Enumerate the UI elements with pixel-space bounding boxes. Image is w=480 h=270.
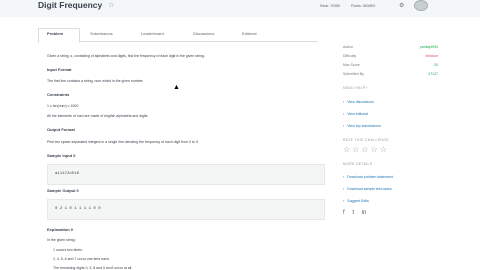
tab-leaderboard[interactable]: Leaderboard	[141, 31, 164, 36]
sample-input-code: a11472o5t6	[55, 172, 80, 176]
social-share: f t in	[343, 210, 372, 216]
suggest-edits-label: Suggest Edits	[347, 199, 369, 203]
sample-output-heading: Sample Output 0	[47, 188, 79, 193]
difficulty-label: Difficulty	[343, 54, 357, 58]
tab-discussions[interactable]: Discussions	[193, 31, 214, 36]
submitted-row: Submitted By 47127	[343, 72, 438, 76]
view-discussions-label: View discussions	[347, 100, 374, 104]
twitter-icon[interactable]: t	[352, 210, 354, 216]
rank-text: Rank: 79385	[320, 4, 340, 8]
view-discussions-link[interactable]: ▪ View discussions	[343, 100, 374, 104]
sample-input-block: a11472o5t6	[47, 164, 325, 185]
linkedin-icon[interactable]: in	[362, 210, 367, 216]
tab-submissions[interactable]: Submissions	[90, 31, 113, 36]
author-label: Author	[343, 45, 354, 49]
suggest-edits-link[interactable]: ▪ Suggest Edits	[343, 199, 369, 203]
tab-problem[interactable]: Problem	[47, 31, 63, 36]
author-value[interactable]: pankaj4994	[420, 45, 438, 49]
explanation-line-4: The remaining digits 0, 3, 8 and 9 don't…	[53, 266, 133, 270]
chart-icon: ▪	[343, 124, 345, 128]
chat-icon: ▪	[343, 100, 345, 104]
view-editorial-label: View editorial	[347, 112, 369, 116]
download-icon: ▪	[343, 187, 345, 191]
download-statement-link[interactable]: ▪ Download problem statement	[343, 175, 393, 179]
tab-editorial[interactable]: Editorial	[242, 31, 256, 36]
constraint-2: All the elements of num are made of engl…	[47, 114, 149, 118]
view-top-submissions-label: View top submissions	[347, 124, 381, 128]
edit-icon: ▪	[343, 199, 345, 203]
explanation-line-1: In the given string:	[47, 238, 76, 242]
constraint-1: 1 ≤ len(num) ≤ 1000	[47, 104, 79, 108]
more-details-heading: MORE DETAILS	[343, 162, 373, 166]
download-test-cases-link[interactable]: ▪ Download sample test cases	[343, 187, 392, 191]
explanation-heading: Explanation 0	[47, 227, 74, 232]
output-format-text: Print ten space-separated integers in a …	[47, 140, 199, 144]
settings-icon[interactable]: ⚙	[399, 2, 404, 9]
download-test-cases-label: Download sample test cases	[347, 187, 392, 191]
download-statement-label: Download problem statement	[347, 175, 393, 179]
input-format-text: The first line contains a string, num wh…	[47, 79, 144, 83]
submitted-value: 47127	[428, 72, 438, 76]
explanation-line-2: 1 occurs two times.	[53, 248, 83, 252]
rate-heading: RATE THIS CHALLENGE	[343, 138, 389, 142]
page-title: Digit Frequency	[38, 0, 103, 10]
sample-output-code: 0 2 1 0 1 1 1 1 0 0	[55, 207, 101, 211]
rating-stars[interactable]: ☆☆☆☆☆	[343, 145, 389, 154]
sample-input-heading: Sample Input 0	[47, 153, 76, 158]
sample-output-block: 0 2 1 0 1 1 1 1 0 0	[47, 199, 325, 220]
view-top-submissions-link[interactable]: ▪ View top submissions	[343, 124, 381, 128]
points-text: Points: 360/800	[351, 4, 376, 8]
download-icon: ▪	[343, 175, 345, 179]
book-icon: ▪	[343, 112, 345, 116]
top-bar: Digit Frequency ☆ Rank: 79385 Points: 36…	[0, 0, 480, 17]
mouse-cursor-icon: ▲	[173, 84, 180, 91]
problem-intro: Given a string, s, consisting of alphabe…	[47, 54, 205, 58]
facebook-icon[interactable]: f	[343, 210, 345, 216]
max-score-label: Max Score	[343, 63, 360, 67]
bookmark-star-icon[interactable]: ☆	[108, 1, 114, 9]
output-format-heading: Output Format	[47, 127, 75, 132]
difficulty-value: Medium	[425, 54, 438, 58]
explanation-line-3: 2, 4, 5, 6 and 7 occur one time each.	[53, 257, 110, 261]
constraints-heading: Constraints	[47, 92, 70, 97]
difficulty-row: Difficulty Medium	[343, 54, 438, 58]
submitted-label: Submitted By	[343, 72, 364, 76]
max-score-row: Max Score 20	[343, 63, 438, 67]
view-editorial-link[interactable]: ▪ View editorial	[343, 112, 368, 116]
max-score-value: 20	[434, 63, 438, 67]
avatar[interactable]	[414, 0, 428, 11]
input-format-heading: Input Format	[47, 67, 72, 72]
tab-bar: Problem Submissions Leaderboard Discussi…	[38, 28, 318, 43]
author-row: Author pankaj4994	[343, 45, 438, 49]
need-help-heading: NEED HELP?	[343, 86, 368, 90]
